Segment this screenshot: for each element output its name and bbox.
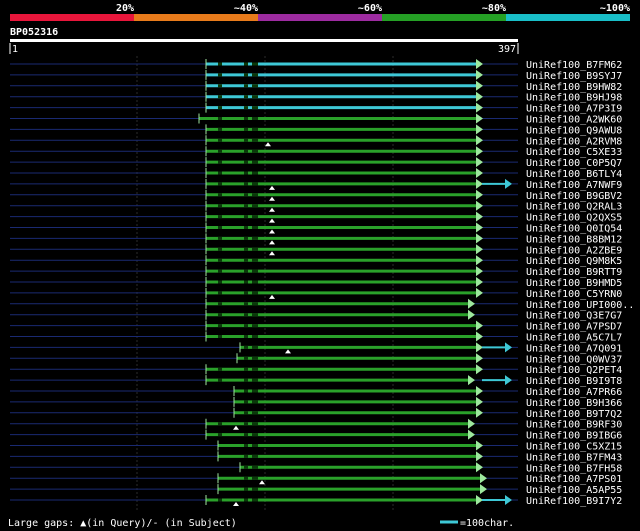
hit-name[interactable]: UniRef100_A7PSD7 [526,322,622,333]
hit-name[interactable]: UniRef100_B9SYJ7 [526,71,622,82]
hit-name[interactable]: UniRef100_B7FM62 [526,60,622,71]
hit-name[interactable]: UniRef100_B9I7Y2 [526,496,622,507]
hit-name[interactable]: UniRef100_A2WK60 [526,115,622,126]
scale-segment [258,14,382,21]
hit-name[interactable]: UniRef100_Q3E7G7 [526,311,622,322]
query-bar [10,39,518,42]
hit-name[interactable]: UniRef100_B9GBV2 [526,191,622,202]
scale-label: ~40% [234,3,258,14]
query-end: 397 [498,44,516,55]
scale-segment [10,14,134,21]
hit-name[interactable]: UniRef100_C5XZ15 [526,442,622,453]
scale-label: ~80% [482,3,506,14]
hit-name[interactable]: UniRef100_B6TLY4 [526,169,622,180]
hit-name[interactable]: UniRef100_A7Q091 [526,343,622,354]
hit-name[interactable]: UniRef100_B9IBG6 [526,431,622,442]
hit-name[interactable]: UniRef100_A7P3I9 [526,104,622,115]
hit-name[interactable]: UniRef100_B9T7Q2 [526,409,622,420]
hit-name[interactable]: UniRef100_Q9AWU8 [526,125,622,136]
hit-name[interactable]: UniRef100_B9I9T8 [526,376,622,387]
hit-name[interactable]: UniRef100_A5AP55 [526,485,622,496]
hit-name[interactable]: UniRef100_B7FM43 [526,452,622,463]
scale-segment [382,14,506,21]
hit-name[interactable]: UniRef100_B9H366 [526,398,622,409]
hit-name[interactable]: UniRef100_C5XE33 [526,147,622,158]
scale-label: 20% [116,3,134,14]
hit-name[interactable]: UniRef100_B9HW82 [526,82,622,93]
hit-name[interactable]: UniRef100_Q2PET4 [526,365,622,376]
hit-name[interactable]: UniRef100_B8BM12 [526,234,622,245]
hit-name[interactable]: UniRef100_B9HMD5 [526,278,622,289]
hit-name[interactable]: UniRef100_C5YRN0 [526,289,622,300]
hit-name[interactable]: UniRef100_Q2QXS5 [526,213,622,224]
scale-label: ~100% [600,3,630,14]
hit-name[interactable]: UniRef100_B7FH58 [526,463,622,474]
hit-name[interactable]: UniRef100_B9HJ98 [526,93,622,104]
hit-name[interactable]: UniRef100_A2ZBE9 [526,245,622,256]
hit-name[interactable]: UniRef100_Q0IQ54 [526,224,622,235]
hit-name[interactable]: UniRef100_UPI000.. [526,300,634,311]
scale-label: ~60% [358,3,382,14]
hit-name[interactable]: UniRef100_B9RF30 [526,420,622,431]
hit-name[interactable]: UniRef100_A2RVM8 [526,136,622,147]
hit-name[interactable]: UniRef100_C0P5Q7 [526,158,622,169]
legend-scale-text: =100char. [460,518,514,529]
hit-name[interactable]: UniRef100_A7PR66 [526,387,622,398]
query-id: BP052316 [10,27,58,38]
scale-segment [506,14,630,21]
alignment-overview: 20% ~40% ~60% ~80% ~100% BP052316 1 397 UniR… [0,0,640,531]
hit-name[interactable]: UniRef100_A7NWF9 [526,180,622,191]
scale-segment [134,14,258,21]
legend-gaps: Large gaps: ▲(in Query)/- (in Subject) [8,518,237,529]
hit-name[interactable]: UniRef100_A5C7L7 [526,333,622,344]
hit-name[interactable]: UniRef100_B9RTT9 [526,267,622,278]
hit-name[interactable]: UniRef100_Q9M8K5 [526,256,622,267]
hit-name[interactable]: UniRef100_A7PS01 [526,474,622,485]
hit-name[interactable]: UniRef100_Q2RAL3 [526,202,622,213]
query-start: 1 [12,44,18,55]
hit-name[interactable]: UniRef100_Q0WV37 [526,354,622,365]
